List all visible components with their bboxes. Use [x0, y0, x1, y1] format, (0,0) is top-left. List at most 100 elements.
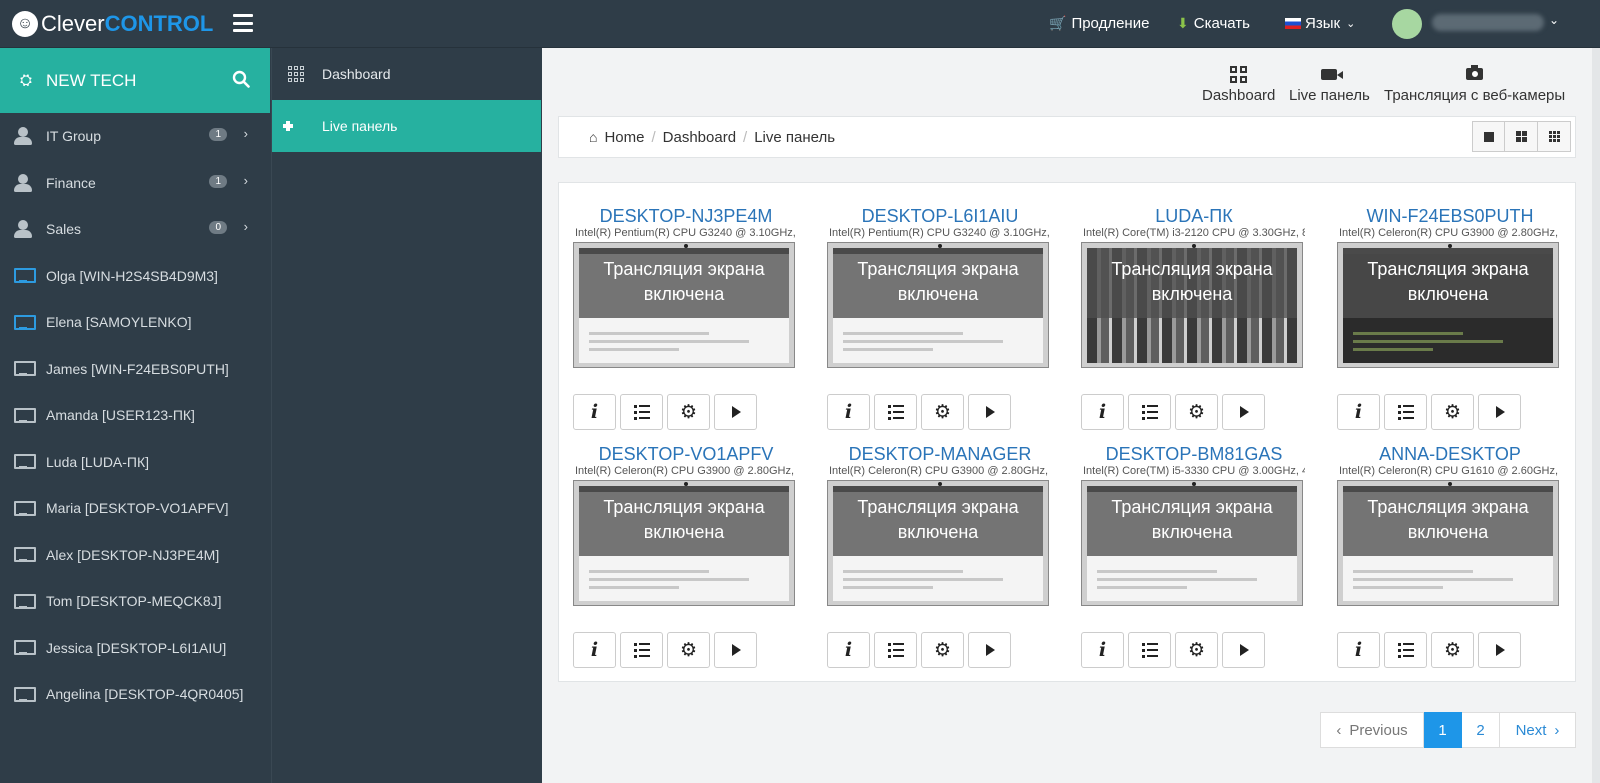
cart-icon: 🛒 — [1049, 14, 1067, 31]
search-icon[interactable] — [232, 70, 250, 88]
sidebar-computer-item[interactable]: Maria [DESKTOP-VO1APFV] — [0, 485, 270, 532]
renew-link[interactable]: 🛒 Продление — [1049, 0, 1149, 46]
computer-name-link[interactable]: WIN-F24EBS0PUTH — [1335, 205, 1565, 227]
settings-button[interactable]: ⚙ — [1175, 632, 1218, 668]
sidebar-computer-item[interactable]: Jessica [DESKTOP-L6I1AIU] — [0, 625, 270, 672]
info-button[interactable]: i — [1081, 632, 1124, 668]
page-2-button[interactable]: 2 — [1462, 712, 1500, 748]
monitor-icon — [14, 314, 36, 330]
info-button[interactable]: i — [573, 394, 616, 430]
computer-name-link[interactable]: DESKTOP-NJ3PE4M — [571, 205, 801, 227]
play-icon — [1496, 644, 1505, 656]
computer-name-link[interactable]: ANNA-DESKTOP — [1335, 443, 1565, 465]
info-button[interactable]: i — [827, 632, 870, 668]
settings-button[interactable]: ⚙ — [1431, 632, 1474, 668]
layout-nine-button[interactable] — [1538, 121, 1571, 152]
page-1-button[interactable]: 1 — [1424, 712, 1462, 748]
info-button[interactable]: i — [1337, 632, 1380, 668]
user-menu-chevron-icon[interactable]: ⌄ — [1549, 13, 1559, 27]
sidebar-computer-item[interactable]: Luda [LUDA-ПК] — [0, 439, 270, 486]
list-button[interactable] — [1128, 394, 1171, 430]
list-button[interactable] — [1384, 632, 1427, 668]
monitor-icon — [14, 454, 36, 470]
sidebar-computer-item[interactable]: Alex [DESKTOP-NJ3PE4M] — [0, 532, 270, 579]
sidebar-computer-item[interactable]: Elena [SAMOYLENKO] — [0, 299, 270, 346]
settings-button[interactable]: ⚙ — [921, 632, 964, 668]
previous-page-button[interactable]: ‹ Previous — [1320, 712, 1424, 748]
computer-name-link[interactable]: DESKTOP-MANAGER — [825, 443, 1055, 465]
settings-button[interactable]: ⚙ — [1431, 394, 1474, 430]
play-button[interactable] — [1222, 632, 1265, 668]
user-name-redacted[interactable] — [1432, 14, 1544, 31]
screen-thumbnail[interactable]: Трансляция экрана включена — [573, 480, 795, 606]
screen-thumbnail[interactable]: Трансляция экрана включена — [827, 480, 1049, 606]
layout-quad-button[interactable] — [1505, 121, 1538, 152]
settings-button[interactable]: ⚙ — [1175, 394, 1218, 430]
list-button[interactable] — [874, 632, 917, 668]
toplink-live-panel[interactable]: Live панель — [1289, 64, 1370, 104]
list-button[interactable] — [874, 394, 917, 430]
play-button[interactable] — [1478, 394, 1521, 430]
screen-thumbnail[interactable]: Трансляция экрана включена — [827, 242, 1049, 368]
sidebar-group-sales[interactable]: Sales 0 › — [0, 206, 270, 253]
sidebar-computer-item[interactable]: Tom [DESKTOP-MEQCK8J] — [0, 578, 270, 625]
computer-tile: WIN-F24EBS0PUTH Intel(R) Celeron(R) CPU G… — [1335, 205, 1565, 430]
user-avatar[interactable] — [1392, 9, 1422, 39]
gear-icon: ⚙ — [1443, 639, 1462, 661]
app-logo[interactable]: ☺ CleverCONTROL — [12, 7, 213, 41]
computer-name-link[interactable]: DESKTOP-BM81GAS — [1079, 443, 1309, 465]
toplink-webcam[interactable]: Трансляция с веб-камеры — [1384, 64, 1565, 104]
language-dropdown[interactable]: Язык ⌄ — [1285, 0, 1355, 46]
settings-button[interactable]: ⚙ — [667, 632, 710, 668]
scrollbar[interactable] — [1592, 48, 1600, 783]
play-button[interactable] — [1478, 632, 1521, 668]
list-icon — [1142, 405, 1158, 419]
sidebar-computer-item[interactable]: Amanda [USER123-ПК] — [0, 392, 270, 439]
sidebar-group-finance[interactable]: Finance 1 › — [0, 160, 270, 207]
toplink-dashboard[interactable]: Dashboard — [1202, 64, 1275, 104]
info-button[interactable]: i — [1081, 394, 1124, 430]
list-button[interactable] — [1128, 632, 1171, 668]
play-button[interactable] — [968, 632, 1011, 668]
sidebar-computer-item[interactable]: Olga [WIN-H2S4SB4D9M3] — [0, 253, 270, 300]
list-button[interactable] — [1384, 394, 1427, 430]
monitor-icon — [14, 407, 36, 423]
play-button[interactable] — [1222, 394, 1265, 430]
download-link[interactable]: ⬇ Скачать — [1177, 0, 1250, 46]
play-button[interactable] — [714, 632, 757, 668]
chevron-right-icon: › — [243, 219, 248, 234]
play-button[interactable] — [714, 394, 757, 430]
menu-toggle-icon[interactable] — [233, 14, 253, 32]
next-page-button[interactable]: Next › — [1500, 712, 1576, 748]
computer-name-link[interactable]: DESKTOP-L6I1AIU — [825, 205, 1055, 227]
screen-thumbnail[interactable]: Трансляция экрана включена — [1337, 480, 1559, 606]
screen-preview: Трансляция экрана включена — [1087, 248, 1297, 363]
breadcrumb-home[interactable]: Home — [604, 129, 644, 146]
stream-enabled-overlay: Трансляция экрана включена — [833, 248, 1043, 318]
screen-preview: Трансляция экрана включена — [833, 486, 1043, 601]
list-button[interactable] — [620, 394, 663, 430]
settings-button[interactable]: ⚙ — [667, 394, 710, 430]
computer-tile: DESKTOP-BM81GAS Intel(R) Core(TM) i5-3330… — [1079, 443, 1309, 668]
layout-single-button[interactable] — [1472, 121, 1505, 152]
list-button[interactable] — [620, 632, 663, 668]
info-button[interactable]: i — [1337, 394, 1380, 430]
play-button[interactable] — [968, 394, 1011, 430]
list-icon — [634, 405, 650, 419]
sidebar-computer-item[interactable]: James [WIN-F24EBS0PUTH] — [0, 346, 270, 393]
screen-thumbnail[interactable]: Трансляция экрана включена — [573, 242, 795, 368]
computer-name-link[interactable]: LUDA-ПК — [1079, 205, 1309, 227]
computer-name-link[interactable]: DESKTOP-VO1APFV — [571, 443, 801, 465]
sidebar-computer-item[interactable]: Angelina [DESKTOP-4QR0405] — [0, 671, 270, 718]
breadcrumb-dashboard[interactable]: Dashboard — [663, 129, 736, 146]
organization-header[interactable]: ⛭ NEW TECH — [0, 48, 270, 113]
info-button[interactable]: i — [827, 394, 870, 430]
info-button[interactable]: i — [573, 632, 616, 668]
screen-thumbnail[interactable]: Трансляция экрана включена — [1081, 242, 1303, 368]
nav-live-panel[interactable]: Live панель — [272, 100, 541, 152]
nav-dashboard[interactable]: Dashboard — [272, 48, 541, 100]
settings-button[interactable]: ⚙ — [921, 394, 964, 430]
screen-thumbnail[interactable]: Трансляция экрана включена — [1081, 480, 1303, 606]
screen-thumbnail[interactable]: Трансляция экрана включена — [1337, 242, 1559, 368]
sidebar-group-it[interactable]: IT Group 1 › — [0, 113, 270, 160]
